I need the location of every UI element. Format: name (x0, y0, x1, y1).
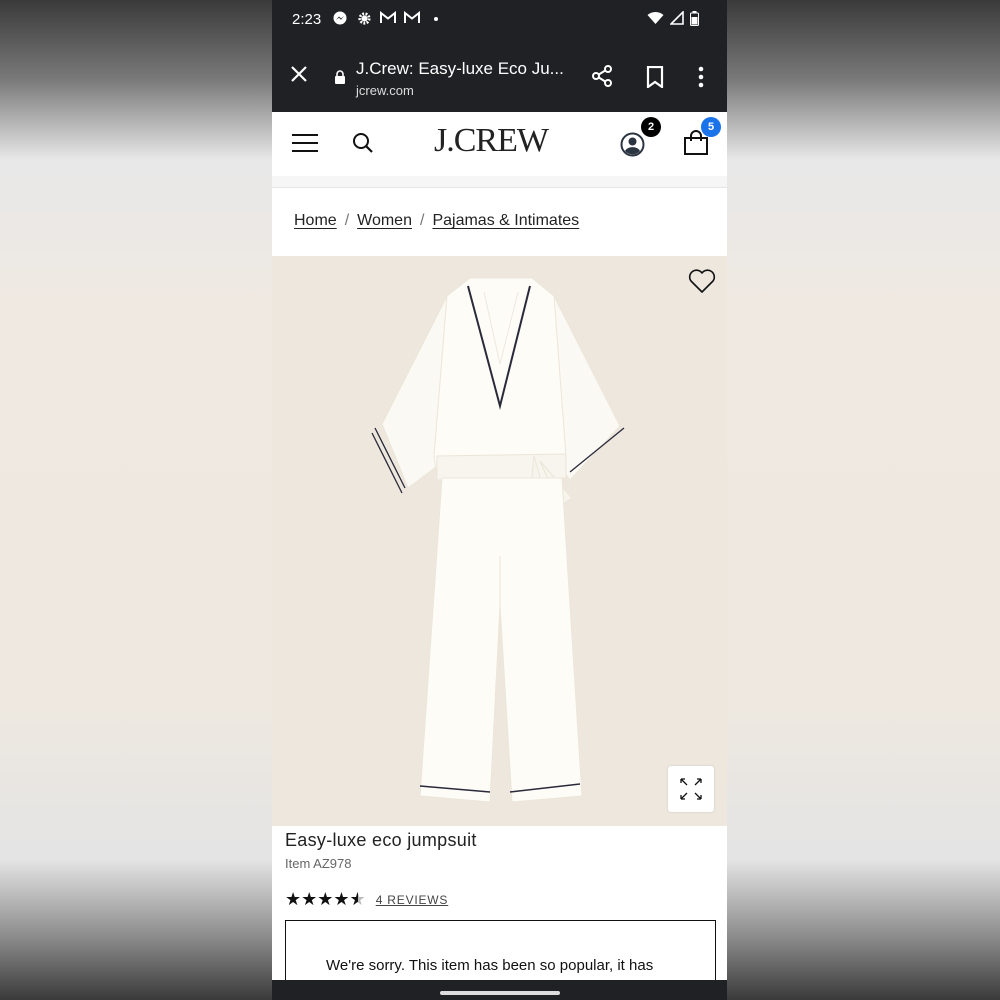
breadcrumb-pajamas-intimates[interactable]: Pajamas & Intimates (432, 212, 579, 230)
status-system-icons (647, 10, 699, 30)
page-domain[interactable]: jcrew.com (356, 83, 414, 98)
overflow-menu-icon[interactable] (698, 66, 704, 92)
bookmark-icon[interactable] (645, 65, 665, 92)
messenger-icon (332, 11, 348, 30)
wifi-icon (647, 11, 664, 30)
expand-icon (680, 778, 702, 800)
header-divider (272, 176, 727, 188)
jcrew-logo[interactable]: J.CREW (434, 122, 549, 160)
page-title[interactable]: J.Crew: Easy-luxe Eco Ju... (356, 59, 564, 79)
breadcrumb-separator: / (419, 212, 425, 229)
product-image[interactable] (272, 256, 727, 826)
account-icon[interactable] (620, 132, 645, 161)
browser-url-bar: J.Crew: Easy-luxe Eco Ju... jcrew.com (272, 42, 727, 112)
breadcrumb-separator: / (344, 212, 350, 229)
lock-icon (334, 70, 346, 84)
system-nav-bar (272, 980, 727, 1000)
phone-screen: 2:23 J.Crew: Easy-luxe Eco Ju... jcrew.c… (272, 0, 727, 1000)
product-item-number: Item AZ978 (285, 856, 352, 871)
site-header: J.CREW 2 5 (272, 112, 727, 176)
breadcrumb: Home / Women / Pajamas & Intimates (294, 212, 579, 230)
home-gesture-bar[interactable] (440, 991, 560, 995)
product-title: Easy-luxe eco jumpsuit (285, 830, 477, 850)
status-bar: 2:23 (272, 0, 727, 42)
rating-half-star: ★ (349, 889, 366, 910)
account-badge: 2 (641, 117, 661, 137)
product-rating[interactable]: ★★★★ ★ 4 REVIEWS (285, 889, 448, 910)
rating-stars: ★★★★ (285, 889, 350, 910)
favorite-heart-icon[interactable] (688, 268, 716, 298)
share-icon[interactable] (590, 64, 614, 92)
reviews-link[interactable]: 4 REVIEWS (376, 893, 449, 907)
jumpsuit-illustration (371, 277, 625, 803)
notice-text: We're sorry. This item has been so popul… (326, 957, 654, 974)
battery-icon (690, 11, 699, 30)
status-time: 2:23 (292, 11, 322, 28)
breadcrumb-women[interactable]: Women (357, 212, 412, 230)
settings-icon (356, 11, 372, 30)
menu-icon[interactable] (292, 134, 318, 154)
bag-count-badge: 5 (701, 117, 721, 137)
expand-image-button[interactable] (668, 766, 714, 812)
close-icon[interactable] (287, 64, 311, 88)
more-notifications-dot (428, 11, 444, 30)
signal-icon (669, 10, 684, 30)
search-icon[interactable] (351, 131, 375, 159)
gmail-icon (404, 10, 420, 30)
gmail-icon (380, 10, 396, 30)
status-notification-icons (332, 10, 444, 30)
breadcrumb-home[interactable]: Home (294, 212, 337, 230)
